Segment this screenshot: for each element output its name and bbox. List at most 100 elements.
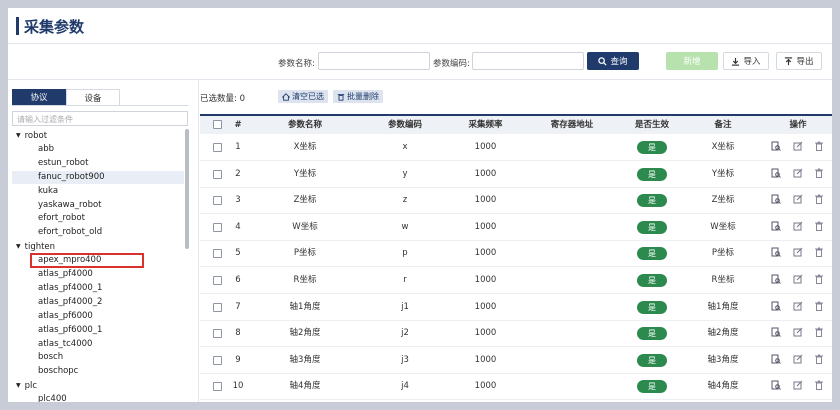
query-button[interactable]: 查询 xyxy=(587,52,639,70)
page-header: 采集参数 xyxy=(8,8,832,44)
view-icon[interactable] xyxy=(770,168,782,181)
tree-label: plc xyxy=(24,381,38,392)
edit-icon[interactable] xyxy=(792,274,804,287)
caret-down-icon[interactable]: ▼ xyxy=(16,240,21,253)
row-register xyxy=(532,294,612,321)
row-checkbox[interactable] xyxy=(213,196,222,206)
tree-item[interactable]: boschopc xyxy=(12,365,184,378)
row-note: R坐标 xyxy=(711,275,735,285)
delete-icon[interactable] xyxy=(813,221,825,234)
table-row[interactable]: 3 Z坐标 z 1000 是 Z坐标 xyxy=(200,187,832,215)
table-row[interactable]: 2 Y坐标 y 1000 是 Y坐标 xyxy=(200,161,832,188)
row-checkbox[interactable] xyxy=(213,276,222,285)
delete-icon[interactable] xyxy=(813,327,825,340)
view-icon[interactable] xyxy=(770,301,782,314)
edit-icon[interactable] xyxy=(792,141,804,154)
table-row[interactable]: 9 轴3角度 j3 1000 是 轴3角度 xyxy=(200,347,832,374)
filter-input[interactable]: 请输入过滤条件 xyxy=(12,111,188,126)
row-checkbox[interactable] xyxy=(213,382,222,392)
import-button[interactable]: 导入 xyxy=(723,52,769,70)
batch-delete-label: 批量删除 xyxy=(347,92,379,101)
table-row[interactable]: 6 R坐标 r 1000 是 R坐标 xyxy=(200,267,832,294)
col-actions: 操作 xyxy=(789,120,807,130)
row-checkbox[interactable] xyxy=(213,249,222,259)
edit-icon[interactable] xyxy=(792,194,804,207)
tab-protocol[interactable]: 协议 xyxy=(12,89,66,105)
delete-icon[interactable] xyxy=(813,354,825,367)
param-code-input[interactable] xyxy=(472,52,584,70)
param-name-input[interactable] xyxy=(318,52,430,70)
batch-delete-button[interactable]: 批量删除 xyxy=(333,90,383,103)
view-icon[interactable] xyxy=(770,327,782,340)
row-checkbox[interactable] xyxy=(213,355,222,365)
table-row[interactable]: 4 W坐标 w 1000 是 W坐标 xyxy=(200,214,832,241)
delete-icon[interactable] xyxy=(813,301,825,314)
delete-icon[interactable] xyxy=(813,141,825,154)
tree-item[interactable]: atlas_pf4000_2 xyxy=(12,296,184,309)
tree-item[interactable]: yaskawa_robot xyxy=(12,199,184,212)
tree-item[interactable]: plc400 xyxy=(12,393,184,402)
tree-item[interactable]: atlas_pf4000_1 xyxy=(12,282,184,295)
view-icon[interactable] xyxy=(770,247,782,260)
row-register xyxy=(532,161,612,188)
row-param-code: y xyxy=(402,168,408,179)
row-checkbox[interactable] xyxy=(213,329,222,339)
table-row[interactable]: 5 P坐标 p 1000 是 P坐标 xyxy=(200,240,832,268)
table-row[interactable]: 7 轴1角度 j1 1000 是 轴1角度 xyxy=(200,294,832,321)
row-checkbox[interactable] xyxy=(213,143,222,152)
trash-icon xyxy=(337,93,345,101)
tree-item[interactable]: abb xyxy=(12,143,184,156)
panel-separator xyxy=(198,80,199,402)
tree-scrollbar[interactable] xyxy=(185,129,189,249)
caret-down-icon[interactable]: ▼ xyxy=(16,129,21,142)
tree-item[interactable]: atlas_tc4000 xyxy=(12,338,184,351)
view-icon[interactable] xyxy=(770,274,782,287)
tree-item[interactable]: fanuc_robot900 xyxy=(12,170,184,184)
edit-icon[interactable] xyxy=(792,168,804,181)
edit-icon[interactable] xyxy=(792,221,804,234)
tree-group[interactable]: ▼ tighten xyxy=(12,240,184,253)
view-icon[interactable] xyxy=(770,354,782,367)
tree-group[interactable]: ▼ plc xyxy=(12,379,184,392)
row-checkbox[interactable] xyxy=(213,169,222,179)
caret-down-icon[interactable]: ▼ xyxy=(16,379,21,392)
tree-item[interactable]: efort_robot_old xyxy=(12,226,184,239)
tree-item[interactable]: atlas_pf6000 xyxy=(12,310,184,323)
view-icon[interactable] xyxy=(770,194,782,207)
tree-item[interactable]: atlas_pf4000 xyxy=(12,268,184,281)
table-row[interactable]: 10 轴4角度 j4 1000 是 轴4角度 xyxy=(200,373,832,401)
row-index: 1 xyxy=(235,142,241,152)
edit-icon[interactable] xyxy=(792,247,804,260)
tree-item[interactable]: atlas_pf6000_1 xyxy=(12,324,184,337)
edit-icon[interactable] xyxy=(792,301,804,314)
tab-device[interactable]: 设备 xyxy=(66,89,120,105)
row-frequency: 1000 xyxy=(474,168,497,179)
tree-item[interactable]: kuka xyxy=(12,185,184,198)
delete-icon[interactable] xyxy=(813,194,825,207)
edit-icon[interactable] xyxy=(792,380,804,393)
delete-icon[interactable] xyxy=(813,168,825,181)
edit-icon[interactable] xyxy=(792,327,804,340)
tree-item[interactable]: estun_robot xyxy=(12,157,184,170)
view-icon[interactable] xyxy=(770,141,782,154)
row-note: 轴4角度 xyxy=(707,381,739,392)
table-row[interactable]: 8 轴2角度 j2 1000 是 轴2角度 xyxy=(200,320,832,348)
tree-item[interactable]: bosch xyxy=(12,351,184,364)
view-icon[interactable] xyxy=(770,221,782,234)
tree-group[interactable]: ▼ robot xyxy=(12,129,184,142)
edit-icon[interactable] xyxy=(792,354,804,367)
add-button[interactable]: 新增 xyxy=(666,52,718,70)
view-icon[interactable] xyxy=(770,380,782,393)
active-badge: 是 xyxy=(637,141,667,154)
delete-icon[interactable] xyxy=(813,247,825,260)
tree-item[interactable]: efort_robot xyxy=(12,212,184,225)
panel-tabs: 协议 设备 xyxy=(12,89,120,105)
delete-icon[interactable] xyxy=(813,380,825,393)
row-checkbox[interactable] xyxy=(213,222,222,232)
row-checkbox[interactable] xyxy=(213,302,222,312)
select-all-checkbox[interactable] xyxy=(213,120,222,129)
table-row[interactable]: 1 X坐标 x 1000 是 X坐标 xyxy=(200,134,832,161)
delete-icon[interactable] xyxy=(813,274,825,287)
clear-selected-button[interactable]: 清空已选 xyxy=(278,90,328,103)
export-button[interactable]: 导出 xyxy=(776,52,822,70)
